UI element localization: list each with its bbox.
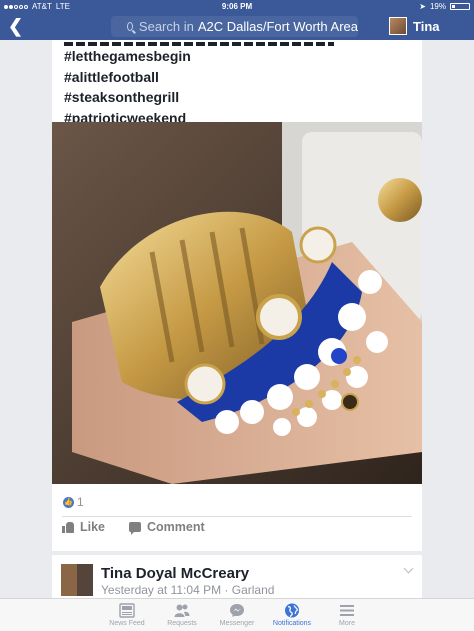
like-reaction-icon: 👍 [63,496,74,508]
avatar [389,17,407,35]
post-photo[interactable] [52,122,422,484]
post-actions: Like Comment [62,520,205,535]
status-time: 9:06 PM [221,2,253,11]
profile-name: Tina [413,18,440,34]
tab-label: News Feed [109,620,145,627]
hashtag[interactable]: #letthegamesbegin [64,46,334,67]
tab-requests[interactable]: Requests [155,599,210,631]
like-label: Like [80,520,106,534]
status-right: ➤ 19% [419,2,470,11]
search-icon [127,22,133,31]
tab-label: Requests [167,620,197,627]
hashtag[interactable]: #alittlefootball [64,67,334,88]
status-bar: AT&T LTE 9:06 PM ➤ 19% [0,0,474,12]
news-feed-icon [119,603,135,618]
post-card: #letthegamesbegin #alittlefootball #stea… [52,40,422,551]
chevron-down-icon[interactable] [403,563,414,574]
like-button[interactable]: Like [62,520,105,534]
tab-label: Messenger [219,620,255,627]
comment-button[interactable]: Comment [129,520,205,535]
tab-notifications[interactable]: Notifications [265,599,320,631]
messenger-icon [230,604,244,617]
tab-label: Notifications [272,620,312,627]
post-timestamp[interactable]: Yesterday at 11:04 PM [101,583,221,597]
bracelet-photo-image [52,122,422,484]
bottom-tab-bar: News Feed Requests Messenger Notificatio… [0,598,474,631]
battery-icon [450,3,470,10]
tab-more[interactable]: More [320,599,375,631]
post-text: #letthegamesbegin #alittlefootball #stea… [64,42,334,128]
comment-icon [129,522,142,535]
post-author[interactable]: Tina Doyal McCreary [101,565,249,582]
meta-separator: · [224,583,229,597]
globe-icon [285,603,299,618]
search-bar[interactable]: Search in A2C Dallas/Fort Worth Area [111,16,358,37]
hamburger-icon [340,605,354,616]
avatar[interactable] [61,564,93,596]
post-location[interactable]: Garland [232,583,275,597]
hashtag[interactable]: #steaksonthegrill [64,87,334,108]
requests-icon [174,604,190,617]
tab-messenger[interactable]: Messenger [210,599,265,631]
top-nav-bar: ❮ Search in A2C Dallas/Fort Worth Area T… [0,12,474,40]
location-arrow-icon: ➤ [419,2,426,11]
battery-percent: 19% [429,2,446,11]
thumbs-up-icon [62,521,74,533]
reaction-count: 1 [77,495,84,509]
tab-label: More [339,620,355,627]
comment-label: Comment [147,520,205,534]
tab-news-feed[interactable]: News Feed [100,599,155,631]
chevron-left-icon: ❮ [8,16,24,36]
search-placeholder: Search in [138,19,194,34]
reaction-summary[interactable]: 👍 1 [63,495,84,509]
post-meta: Yesterday at 11:04 PM · Garland [101,583,274,597]
divider [62,516,412,517]
profile-shortcut[interactable]: Tina [389,17,440,35]
search-scope: A2C Dallas/Fort Worth Area [197,19,358,34]
back-button[interactable]: ❮ [8,16,23,36]
